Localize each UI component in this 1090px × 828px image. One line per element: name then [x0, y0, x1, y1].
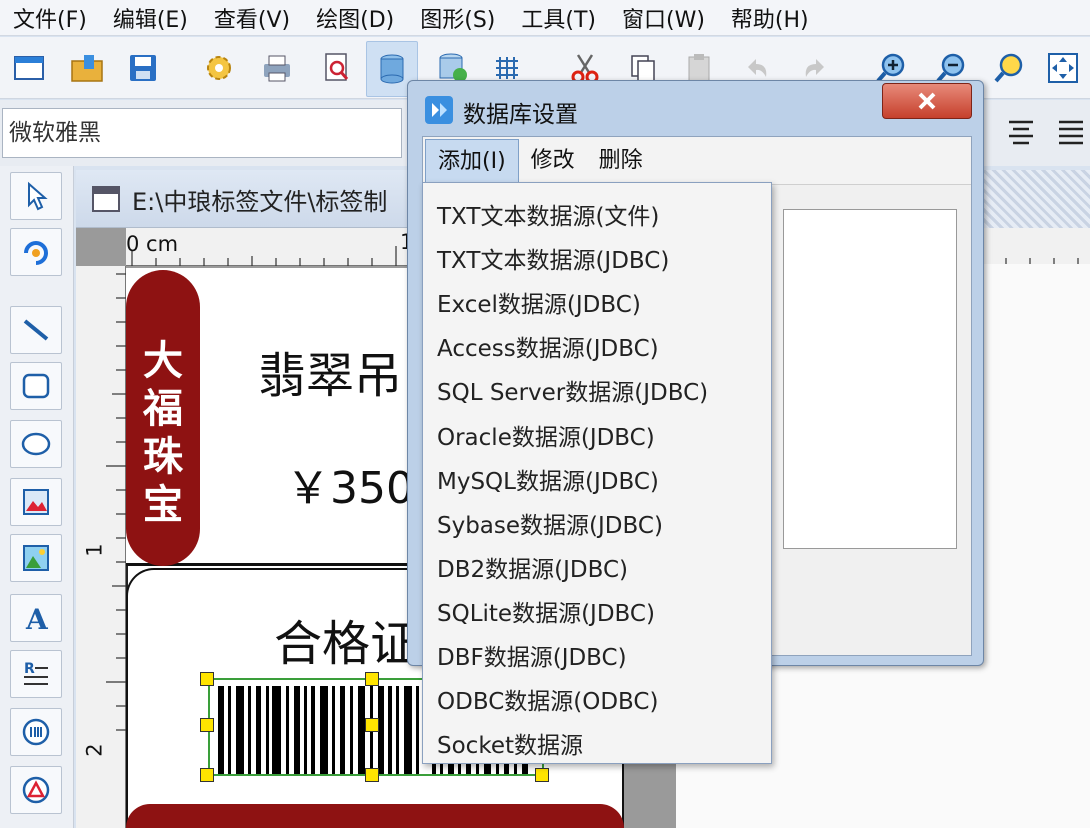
- close-icon: [918, 92, 936, 110]
- menu-edit[interactable]: 编辑(E): [100, 2, 201, 34]
- dialog-menu-edit[interactable]: 修改: [519, 139, 587, 183]
- certificate-text[interactable]: 合格证: [274, 604, 418, 674]
- selection-handle-tl[interactable]: [200, 672, 214, 686]
- align-center-icon[interactable]: [1006, 118, 1036, 150]
- selection-handle-br[interactable]: [535, 768, 549, 782]
- menu-draw[interactable]: 绘图(D): [303, 2, 407, 34]
- ruler-label-v-one: 1: [82, 543, 107, 557]
- menu-tools[interactable]: 工具(T): [508, 2, 609, 34]
- dropdown-item-socket[interactable]: Socket数据源: [437, 726, 583, 760]
- save-icon[interactable]: [124, 49, 162, 87]
- dialog-app-icon: [424, 95, 454, 125]
- print-icon[interactable]: [258, 49, 296, 87]
- selection-handle-ml[interactable]: [200, 718, 214, 732]
- shape-tool-icon[interactable]: [10, 766, 62, 814]
- ruler-label-zero: 0 cm: [126, 232, 179, 256]
- picture-tool-icon[interactable]: [10, 534, 62, 582]
- selection-handle-mm[interactable]: [365, 718, 379, 732]
- dialog-menu-add[interactable]: 添加(I): [425, 138, 519, 183]
- product-name-text[interactable]: 翡翠吊: [258, 336, 402, 406]
- menu-file[interactable]: 文件(F): [0, 2, 100, 34]
- ruler-label-v-two: 2: [82, 743, 107, 757]
- brand-vertical-bar[interactable]: 大 福 珠 宝: [126, 270, 200, 566]
- svg-text:R: R: [24, 661, 35, 677]
- text-tool-icon[interactable]: A: [10, 594, 62, 642]
- dropdown-item-mysql[interactable]: MySQL数据源(JDBC): [437, 462, 659, 496]
- dropdown-item-txt-jdbc[interactable]: TXT文本数据源(JDBC): [437, 241, 669, 275]
- selection-handle-bm[interactable]: [365, 768, 379, 782]
- selection-handle-tm[interactable]: [365, 672, 379, 686]
- document-title: E:\中琅标签文件\标签制: [132, 188, 388, 216]
- dropdown-item-sqlite[interactable]: SQLite数据源(JDBC): [437, 594, 655, 628]
- align-justify-icon[interactable]: [1056, 118, 1086, 150]
- font-name-select[interactable]: 微软雅黑: [2, 108, 402, 158]
- open-folder-icon[interactable]: [68, 49, 106, 87]
- titlebar-hatch: [980, 170, 1090, 228]
- brand-char-4: 宝: [143, 481, 183, 528]
- price-text[interactable]: ￥350: [286, 452, 414, 516]
- drawing-tools-panel: A R: [0, 166, 74, 828]
- dialog-title: 数据库设置: [463, 102, 578, 128]
- print-preview-icon[interactable]: [318, 49, 356, 87]
- image-tool-icon[interactable]: [10, 478, 62, 526]
- dropdown-item-odbc[interactable]: ODBC数据源(ODBC): [437, 682, 658, 716]
- settings-gear-icon[interactable]: [200, 49, 238, 87]
- selection-handle-bl[interactable]: [200, 768, 214, 782]
- barcode-tool-icon[interactable]: [10, 708, 62, 756]
- dropdown-item-sybase[interactable]: Sybase数据源(JDBC): [437, 506, 663, 540]
- document-window-icon: [92, 186, 120, 212]
- line-tool-icon[interactable]: [10, 306, 62, 354]
- menu-help[interactable]: 帮助(H): [718, 2, 822, 34]
- rotate-icon[interactable]: [10, 228, 62, 276]
- bottom-red-banner: [126, 804, 624, 828]
- dropdown-item-sqlserver[interactable]: SQL Server数据源(JDBC): [437, 373, 708, 407]
- menu-window[interactable]: 窗口(W): [609, 2, 718, 34]
- dialog-menu-delete[interactable]: 删除: [587, 139, 655, 183]
- menu-view[interactable]: 查看(V): [201, 2, 303, 34]
- dropdown-item-excel[interactable]: Excel数据源(JDBC): [437, 285, 641, 319]
- new-window-icon[interactable]: [10, 49, 48, 87]
- dialog-close-button[interactable]: [882, 83, 972, 119]
- dialog-menu-bar: 添加(I) 修改 删除: [423, 137, 971, 185]
- ellipse-tool-icon[interactable]: [10, 420, 62, 468]
- datasource-list-panel[interactable]: [783, 209, 957, 549]
- add-datasource-dropdown: TXT文本数据源(文件) TXT文本数据源(JDBC) Excel数据源(JDB…: [422, 182, 772, 764]
- menu-shape[interactable]: 图形(S): [407, 2, 508, 34]
- dropdown-item-access[interactable]: Access数据源(JDBC): [437, 329, 659, 363]
- rectangle-tool-icon[interactable]: [10, 362, 62, 410]
- dropdown-item-db2[interactable]: DB2数据源(JDBC): [437, 550, 628, 584]
- fit-page-icon[interactable]: [1044, 49, 1082, 87]
- menu-bar: 文件(F) 编辑(E) 查看(V) 绘图(D) 图形(S) 工具(T) 窗口(W…: [0, 0, 1090, 36]
- rich-text-tool-icon[interactable]: R: [10, 650, 62, 698]
- select-arrow-icon[interactable]: [10, 172, 62, 220]
- zoom-fit-icon[interactable]: [990, 49, 1028, 87]
- dropdown-item-dbf[interactable]: DBF数据源(JDBC): [437, 638, 627, 672]
- dropdown-item-oracle[interactable]: Oracle数据源(JDBC): [437, 418, 655, 452]
- svg-text:A: A: [25, 603, 49, 633]
- dropdown-item-txt-file[interactable]: TXT文本数据源(文件): [437, 197, 659, 231]
- vertical-ruler: 1 2: [76, 266, 126, 828]
